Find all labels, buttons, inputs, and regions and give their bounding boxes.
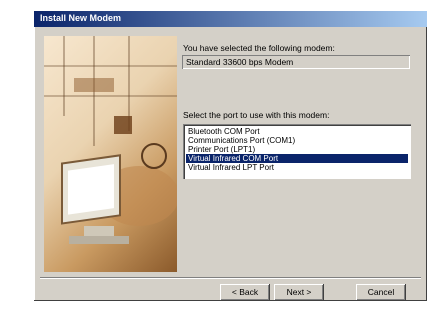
back-button[interactable]: < Back xyxy=(220,284,270,301)
port-list-item[interactable]: Virtual Infrared LPT Port xyxy=(186,163,408,172)
install-new-modem-dialog: Install New Modem You have selected the … xyxy=(34,11,427,301)
port-prompt-label: Select the port to use with this modem: xyxy=(183,110,330,120)
port-list-item-selected[interactable]: Virtual Infrared COM Port xyxy=(186,154,408,163)
wizard-side-image xyxy=(44,36,177,272)
computer-illustration xyxy=(44,36,177,244)
port-listbox[interactable]: Bluetooth COM Port Communications Port (… xyxy=(183,124,411,179)
next-button[interactable]: Next > xyxy=(274,284,324,301)
button-separator xyxy=(40,277,421,279)
selected-modem-value: Standard 33600 bps Modem xyxy=(186,57,294,67)
port-list-item[interactable]: Communications Port (COM1) xyxy=(186,136,408,145)
title-bar[interactable]: Install New Modem xyxy=(34,11,427,27)
selected-modem-field: Standard 33600 bps Modem xyxy=(182,55,410,69)
cancel-button[interactable]: Cancel xyxy=(356,284,406,301)
port-list-item[interactable]: Printer Port (LPT1) xyxy=(186,145,408,154)
modem-prompt-label: You have selected the following modem: xyxy=(183,43,335,53)
port-list-item[interactable]: Bluetooth COM Port xyxy=(186,127,408,136)
window-title: Install New Modem xyxy=(40,13,122,23)
